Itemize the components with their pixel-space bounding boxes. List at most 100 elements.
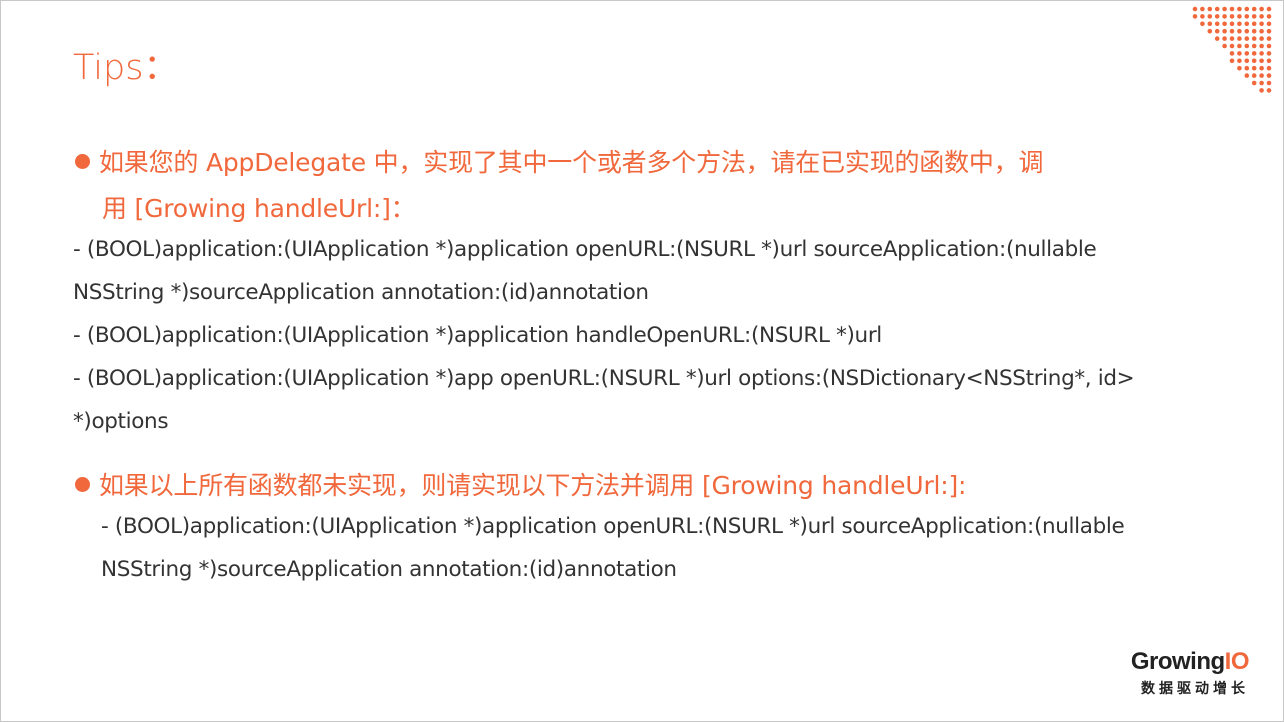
decoration-dot bbox=[1259, 65, 1264, 71]
decoration-dot bbox=[1214, 6, 1220, 12]
bullet-1-text-1: 如果您的 AppDelegate 中，实现了其中一个或者多个方法，请在已实现的函… bbox=[99, 148, 1044, 177]
decoration-dot bbox=[1266, 51, 1272, 56]
decoration-dot bbox=[1244, 14, 1250, 19]
decoration-dot bbox=[1229, 28, 1235, 34]
decoration-dot bbox=[1259, 21, 1264, 27]
code-line: - (BOOL)application:(UIApplication *)app… bbox=[101, 514, 1125, 539]
decoration-dot bbox=[1251, 58, 1257, 64]
decoration-dot bbox=[1214, 28, 1220, 34]
slide-title: Tips： bbox=[73, 48, 179, 88]
decoration-dot bbox=[1266, 65, 1272, 71]
decoration-dot bbox=[1222, 21, 1227, 27]
code-line: NSString *)sourceApplication annotation:… bbox=[73, 280, 649, 305]
decoration-dot bbox=[1259, 80, 1264, 86]
decoration-dot bbox=[1222, 6, 1227, 12]
decoration-dot bbox=[1237, 36, 1242, 41]
decoration-dot bbox=[1259, 36, 1264, 41]
decoration-dot bbox=[1266, 21, 1272, 27]
dot-grid-decoration bbox=[1191, 5, 1277, 97]
decoration-dot bbox=[1200, 21, 1205, 27]
logo-brand-main: Growing bbox=[1130, 648, 1225, 675]
decoration-dot bbox=[1251, 51, 1257, 56]
decoration-dot bbox=[1259, 14, 1264, 19]
decoration-dot bbox=[1251, 28, 1257, 34]
decoration-dot bbox=[1266, 58, 1272, 64]
decoration-dot bbox=[1266, 88, 1272, 93]
decoration-dot bbox=[1266, 6, 1272, 12]
logo-tagline: 数据驱动增长 bbox=[1141, 680, 1249, 696]
decoration-dot bbox=[1237, 28, 1242, 34]
decoration-dot bbox=[1244, 6, 1250, 12]
decoration-dot bbox=[1266, 36, 1272, 41]
decoration-dot bbox=[1237, 21, 1242, 27]
decoration-dot bbox=[1214, 21, 1220, 27]
code-line: - (BOOL)application:(UIApplication *)app… bbox=[73, 237, 1097, 262]
decoration-dot bbox=[1237, 6, 1242, 12]
decoration-dot bbox=[1259, 58, 1264, 64]
decoration-dot bbox=[1251, 14, 1257, 19]
decoration-dot bbox=[1229, 21, 1235, 27]
decoration-dot bbox=[1237, 51, 1242, 56]
decoration-dot bbox=[1244, 28, 1250, 34]
decoration-dot bbox=[1229, 58, 1235, 64]
decoration-dot bbox=[1251, 21, 1257, 27]
bullet-dot-icon bbox=[75, 154, 90, 169]
decoration-dot bbox=[1229, 6, 1235, 12]
bullet-dot-icon bbox=[75, 477, 90, 492]
decoration-dot bbox=[1207, 6, 1213, 12]
decoration-dot bbox=[1207, 28, 1213, 34]
decoration-dot bbox=[1259, 73, 1264, 78]
growingio-logo: GrowingIO 数据驱动增长 bbox=[1130, 648, 1250, 698]
logo-brand-accent: IO bbox=[1224, 648, 1250, 675]
decoration-dot bbox=[1244, 65, 1250, 71]
decoration-dot bbox=[1207, 21, 1213, 27]
decoration-dot bbox=[1251, 73, 1257, 78]
decoration-dot bbox=[1251, 43, 1257, 49]
decoration-dot bbox=[1229, 43, 1235, 49]
decoration-dot bbox=[1237, 65, 1242, 71]
decoration-dot bbox=[1251, 6, 1257, 12]
decoration-dot bbox=[1237, 58, 1242, 64]
decoration-dot bbox=[1222, 28, 1227, 34]
code-line: *)options bbox=[73, 409, 169, 434]
decoration-dot bbox=[1244, 21, 1250, 27]
decoration-dot bbox=[1251, 36, 1257, 41]
bullet-1-line-2: 用 [Growing handleUrl:]： bbox=[102, 194, 416, 223]
decoration-dot bbox=[1244, 36, 1250, 41]
bullet-2-text-1: 如果以上所有函数都未实现，则请实现以下方法并调用 [Growing handle… bbox=[99, 471, 967, 500]
decoration-dot bbox=[1266, 28, 1272, 34]
decoration-dot bbox=[1251, 80, 1257, 86]
decoration-dot bbox=[1259, 28, 1264, 34]
decoration-dot bbox=[1229, 36, 1235, 41]
decoration-dot bbox=[1244, 51, 1250, 56]
decoration-dot bbox=[1237, 14, 1242, 19]
decoration-dot bbox=[1266, 73, 1272, 78]
decoration-dot bbox=[1259, 51, 1264, 56]
decoration-dot bbox=[1229, 14, 1235, 19]
decoration-dot bbox=[1214, 36, 1220, 41]
decoration-dot bbox=[1251, 65, 1257, 71]
decoration-dot bbox=[1259, 43, 1264, 49]
decoration-dot bbox=[1192, 14, 1198, 19]
slide: Tips： 如果您的 AppDelegate 中，实现了其中一个或者多个方法，请… bbox=[0, 0, 1284, 722]
decoration-dot bbox=[1214, 14, 1220, 19]
bullet-2-line-1: 如果以上所有函数都未实现，则请实现以下方法并调用 [Growing handle… bbox=[75, 466, 966, 502]
code-line: NSString *)sourceApplication annotation:… bbox=[101, 557, 677, 582]
bullet-1-line-1: 如果您的 AppDelegate 中，实现了其中一个或者多个方法，请在已实现的函… bbox=[75, 143, 1043, 179]
decoration-dot bbox=[1222, 36, 1227, 41]
code-line: - (BOOL)application:(UIApplication *)app… bbox=[73, 366, 1135, 391]
decoration-dot bbox=[1244, 58, 1250, 64]
decoration-dot bbox=[1222, 43, 1227, 49]
decoration-dot bbox=[1266, 80, 1272, 86]
decoration-dot bbox=[1259, 88, 1264, 93]
decoration-dot bbox=[1200, 14, 1205, 19]
decoration-dot bbox=[1244, 73, 1250, 78]
decoration-dot bbox=[1244, 43, 1250, 49]
decoration-dot bbox=[1259, 6, 1264, 12]
decoration-dot bbox=[1192, 6, 1198, 12]
decoration-dot bbox=[1237, 43, 1242, 49]
decoration-dot bbox=[1266, 14, 1272, 19]
decoration-dot bbox=[1200, 6, 1205, 12]
decoration-dot bbox=[1222, 14, 1227, 19]
code-line: - (BOOL)application:(UIApplication *)app… bbox=[73, 323, 882, 348]
